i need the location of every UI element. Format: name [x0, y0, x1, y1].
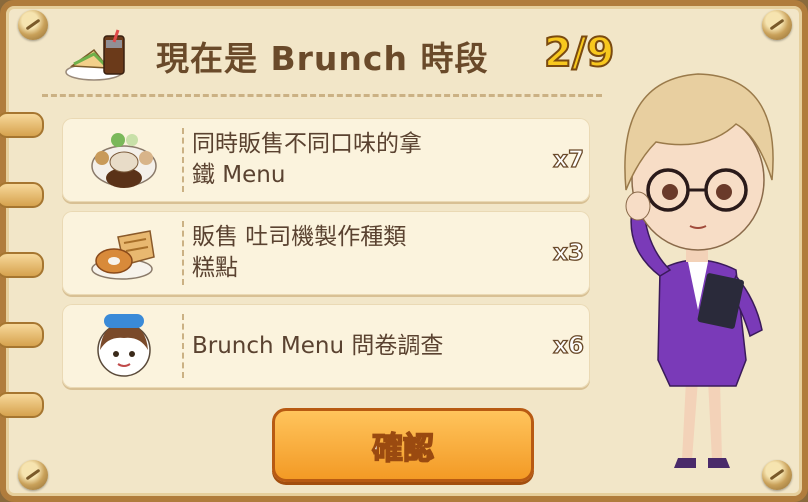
header: 現在是 Brunch 時段	[64, 28, 488, 84]
task-separator	[182, 221, 184, 285]
spiral-binding	[0, 252, 44, 278]
task-label-line: 鐵 Menu	[192, 162, 286, 188]
spiral-binding	[0, 182, 44, 208]
task-list: 同時販售不同口味的拿鐵 Menu x7 販售 吐司機製作種類 糕點 x3 Bru…	[62, 118, 590, 397]
task-label-line: 糕點	[192, 255, 238, 281]
latte-menu-icon	[88, 124, 160, 196]
task-label-line: 同時販售不同口味的拿	[192, 131, 422, 157]
task-count: x6	[553, 332, 585, 359]
page-title: 現在是 Brunch 時段	[156, 39, 489, 78]
sandwich-drink-icon	[64, 28, 134, 84]
task-separator	[182, 314, 184, 378]
task-label-line: Brunch Menu 問卷調查	[192, 332, 444, 359]
task-row: 同時販售不同口味的拿鐵 Menu x7	[62, 118, 590, 202]
task-row: Brunch Menu 問卷調查 x6	[62, 304, 590, 388]
spiral-binding	[0, 112, 44, 138]
task-count: x3	[553, 239, 585, 266]
screw-icon	[18, 10, 48, 40]
task-separator	[182, 128, 184, 192]
task-label: 販售 吐司機製作種類 糕點	[192, 211, 532, 295]
screw-icon	[762, 10, 792, 40]
toast-pastry-icon	[88, 217, 160, 289]
confirm-button[interactable]: 確認	[272, 408, 534, 482]
task-label: Brunch Menu 問卷調查	[192, 304, 532, 388]
secretary-character	[586, 40, 808, 470]
spiral-binding	[0, 392, 44, 418]
divider	[42, 94, 602, 97]
task-label-line: 販售 吐司機製作種類	[192, 224, 407, 250]
task-row: 販售 吐司機製作種類 糕點 x3	[62, 211, 590, 295]
spiral-binding	[0, 322, 44, 348]
screw-icon	[18, 460, 48, 490]
task-count: x7	[553, 146, 585, 173]
hello-girl-icon	[88, 310, 160, 382]
task-label: 同時販售不同口味的拿鐵 Menu	[192, 118, 532, 202]
